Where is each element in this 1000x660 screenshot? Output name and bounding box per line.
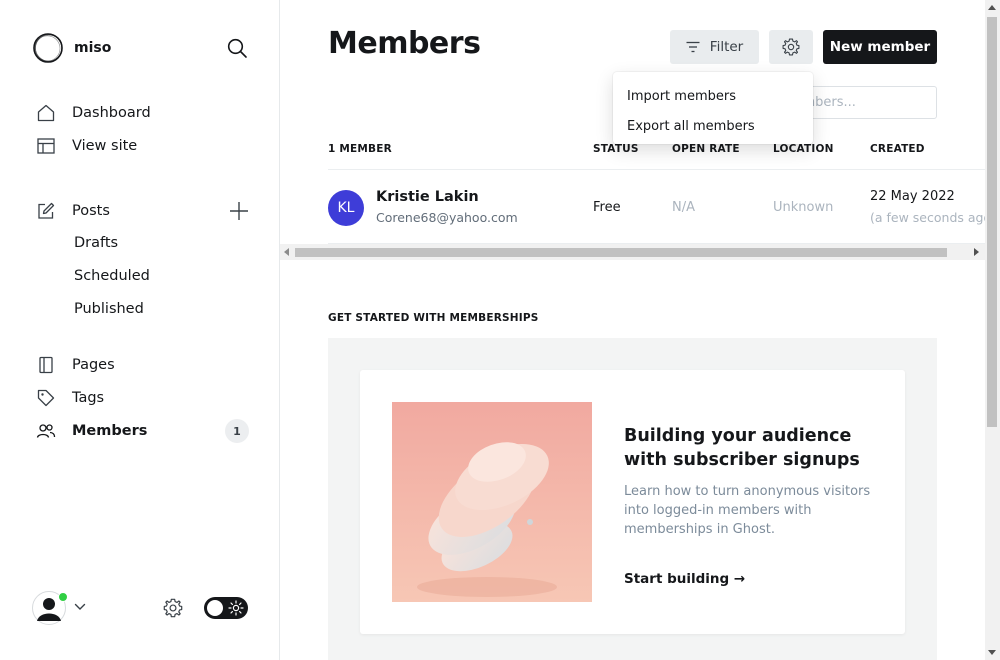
page-icon: [36, 355, 56, 375]
member-avatar: KL: [328, 190, 364, 226]
member-created-date: 22 May 2022: [870, 189, 955, 204]
column-header-status[interactable]: STATUS: [593, 143, 639, 155]
page-title: Members: [328, 26, 481, 61]
filter-button[interactable]: Filter: [670, 30, 759, 64]
vertical-scrollbar[interactable]: [985, 0, 1000, 660]
member-status: Free: [593, 200, 621, 215]
layout-icon: [36, 136, 56, 156]
scrollbar-thumb[interactable]: [987, 17, 997, 427]
horizontal-scrollbar[interactable]: [280, 244, 985, 260]
member-actions-button[interactable]: [769, 30, 813, 64]
sidebar-item-posts[interactable]: Posts: [36, 199, 110, 223]
toggle-knob: [207, 600, 223, 616]
menu-item-import-members[interactable]: Import members: [613, 81, 813, 111]
settings-gear-icon[interactable]: [162, 597, 184, 619]
sidebar-item-tags[interactable]: Tags: [36, 386, 104, 410]
members-icon: [36, 421, 56, 441]
sidebar-item-label: View site: [72, 138, 138, 154]
scrollbar-thumb[interactable]: [295, 248, 947, 257]
sidebar-item-scheduled[interactable]: Scheduled: [74, 268, 150, 284]
sidebar-item-view-site[interactable]: View site: [36, 134, 137, 158]
table-row[interactable]: [328, 170, 988, 244]
get-started-description: Learn how to turn anonymous visitors int…: [624, 484, 871, 537]
sidebar-item-pages[interactable]: Pages: [36, 353, 115, 377]
scroll-left-arrow-icon[interactable]: [284, 248, 289, 256]
scroll-right-arrow-icon[interactable]: [974, 248, 979, 256]
chevron-down-icon[interactable]: [74, 601, 86, 613]
search-icon[interactable]: [226, 37, 248, 59]
gear-icon: [782, 38, 800, 56]
member-name: Kristie Lakin: [376, 189, 479, 205]
sidebar-item-published[interactable]: Published: [74, 301, 144, 317]
filter-button-label: Filter: [709, 39, 744, 55]
scroll-up-arrow-icon[interactable]: [988, 5, 996, 10]
add-post-icon[interactable]: [228, 200, 250, 222]
member-email: Corene68@yahoo.com: [376, 210, 518, 225]
actions-dropdown-menu: Import members Export all members: [613, 72, 813, 144]
site-name: miso: [74, 40, 112, 56]
tag-icon: [36, 388, 56, 408]
member-open-rate: N/A: [672, 200, 695, 215]
new-member-button[interactable]: New member: [823, 30, 937, 64]
sidebar-item-label: Dashboard: [72, 105, 151, 121]
edit-icon: [36, 201, 56, 221]
start-building-link[interactable]: Start building →: [624, 571, 745, 587]
scroll-down-arrow-icon[interactable]: [988, 650, 996, 655]
site-logo-icon: [33, 33, 63, 63]
member-count-header: 1 MEMBER: [328, 143, 392, 155]
member-location: Unknown: [773, 200, 834, 215]
get-started-heading: Building your audience with subscriber s…: [624, 426, 860, 470]
sidebar-item-label: Tags: [72, 390, 105, 406]
site-brand[interactable]: miso: [32, 32, 111, 64]
sidebar: miso Dashboard View site Posts Drafts Sc…: [0, 0, 280, 660]
member-created-relative: (a few seconds ago): [870, 210, 996, 225]
sidebar-item-label: Members: [72, 423, 148, 439]
filter-icon: [686, 41, 700, 53]
dark-mode-toggle[interactable]: [204, 597, 248, 619]
home-icon: [36, 103, 56, 123]
audience-illustration: [392, 402, 592, 602]
get-started-title: GET STARTED WITH MEMBERSHIPS: [328, 312, 539, 324]
column-header-created[interactable]: CREATED: [870, 143, 925, 155]
menu-item-export-members[interactable]: Export all members: [613, 111, 813, 141]
sidebar-item-members[interactable]: Members: [36, 419, 147, 443]
column-header-open-rate[interactable]: OPEN RATE: [672, 143, 740, 155]
sidebar-item-label: Posts: [72, 203, 110, 219]
column-header-location[interactable]: LOCATION: [773, 143, 834, 155]
online-status-dot: [58, 592, 68, 602]
sidebar-item-label: Pages: [72, 357, 115, 373]
sun-icon: [228, 600, 244, 616]
members-count-badge: 1: [225, 419, 249, 443]
sidebar-item-dashboard[interactable]: Dashboard: [36, 101, 151, 125]
sidebar-item-drafts[interactable]: Drafts: [74, 235, 118, 251]
